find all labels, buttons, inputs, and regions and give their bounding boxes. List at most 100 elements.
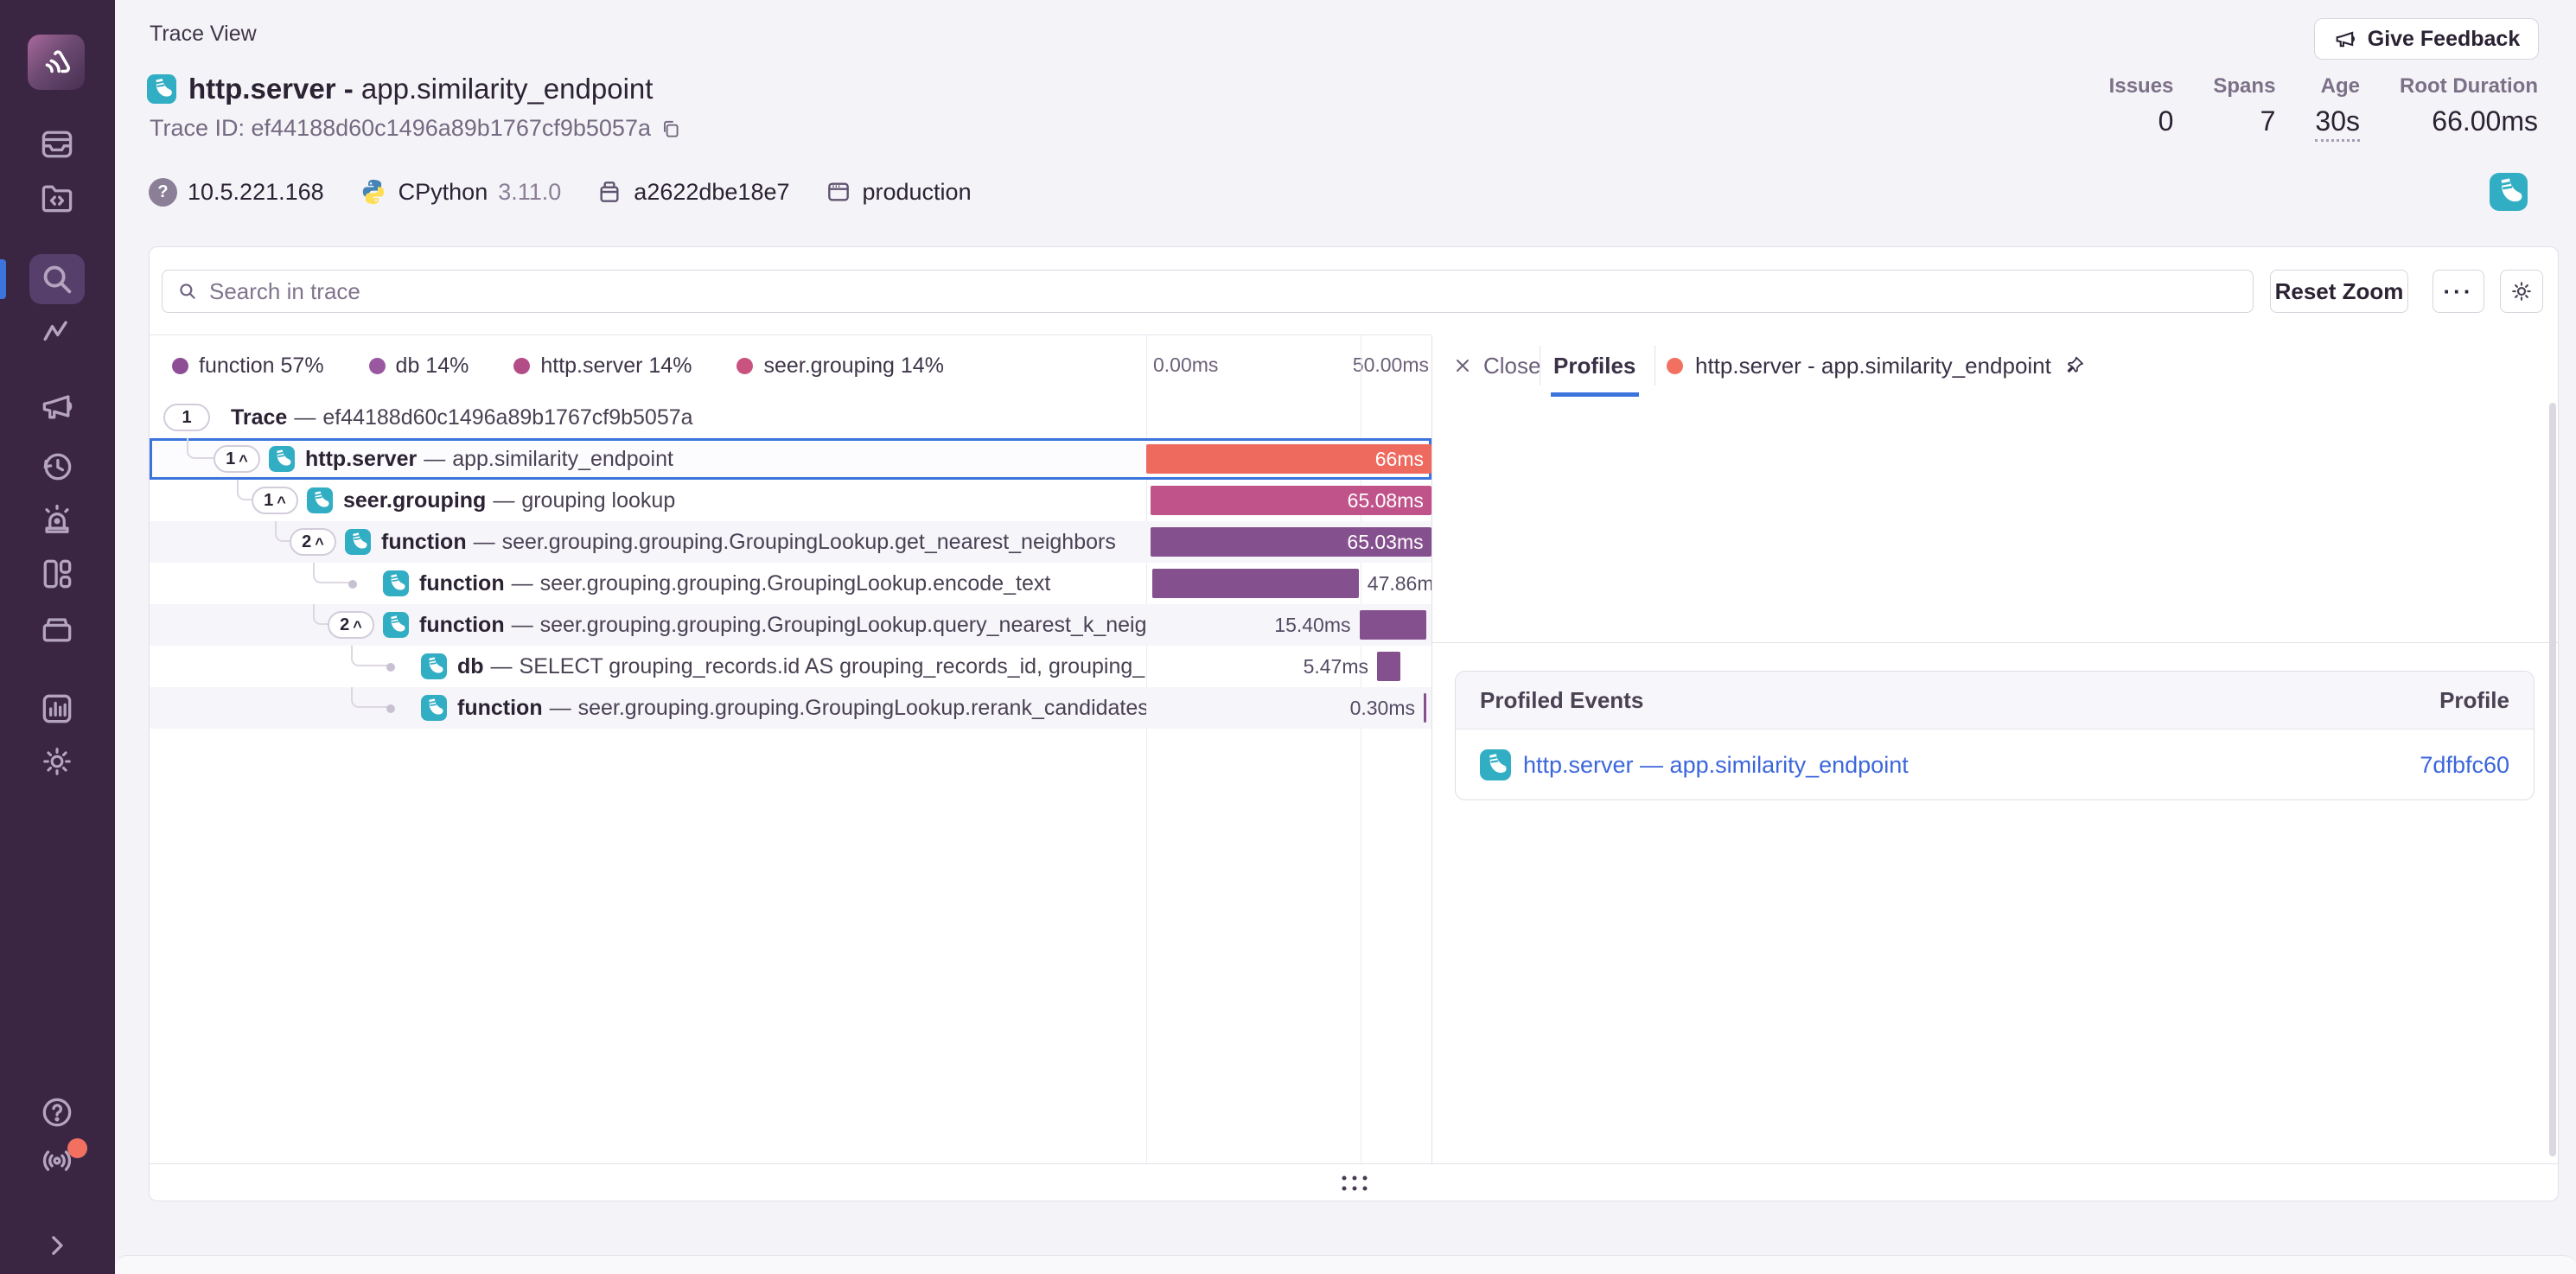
explore-icon[interactable] — [38, 179, 76, 217]
span-title: function—seer.grouping.grouping.Grouping… — [419, 604, 1146, 646]
span-duration-bar[interactable] — [1360, 610, 1426, 640]
meta-ip[interactable]: ? 10.5.221.168 — [149, 178, 324, 207]
profiled-event-row[interactable]: http.server — app.similarity_endpoint 7d… — [1456, 729, 2534, 800]
duration-label: 65.03ms — [1347, 531, 1431, 554]
gear-icon — [2509, 278, 2535, 304]
tree-connector — [187, 438, 214, 459]
trace-tree-row[interactable]: 1 Trace—ef44188d60c1496a89b1767cf9b5057a — [150, 397, 1431, 438]
give-feedback-label: Give Feedback — [2368, 27, 2520, 52]
megaphone-icon — [2333, 27, 2357, 51]
leaf-connector-dot — [348, 580, 357, 589]
span-duration-bar[interactable]: 66ms — [1146, 444, 1431, 474]
trace-tree-row[interactable]: 2^ function—seer.grouping.grouping.Group… — [150, 521, 1431, 563]
tree-connector — [275, 521, 290, 542]
more-options-button[interactable]: ··· — [2433, 270, 2484, 313]
trace-settings-button[interactable] — [2500, 270, 2543, 313]
legend-seer-grouping[interactable]: seer.grouping 14% — [736, 354, 943, 379]
tab-profiles[interactable]: Profiles — [1553, 334, 1636, 397]
archive-icon[interactable] — [38, 610, 76, 648]
trace-tree-row[interactable]: 1^ seer.grouping—grouping lookup65.08ms — [150, 480, 1431, 521]
duration-label: 15.40ms — [1146, 604, 1351, 646]
meta-release[interactable]: a2622dbe18e7 — [596, 178, 789, 206]
span-title: Trace—ef44188d60c1496a89b1767cf9b5057a — [231, 397, 693, 438]
close-panel-button[interactable]: Close — [1452, 334, 1540, 397]
legend-dot — [369, 358, 386, 374]
detail-panel-tabs: Close Profiles http.server - app.similar… — [1431, 334, 2559, 397]
legend-function[interactable]: function 57% — [172, 354, 324, 379]
span-color-dot — [1667, 358, 1683, 374]
expand-children-toggle[interactable]: 1^ — [252, 487, 298, 514]
active-nav-indicator — [0, 259, 6, 299]
panel-resize-bar[interactable] — [150, 1163, 2559, 1201]
stat-age: Age30s — [2315, 74, 2360, 142]
trace-tree-row[interactable]: function—seer.grouping.grouping.Grouping… — [150, 687, 1431, 729]
span-duration-bar[interactable]: 65.08ms — [1151, 486, 1431, 515]
sentry-logo[interactable] — [28, 35, 85, 90]
span-duration-bar[interactable] — [1424, 693, 1426, 723]
span-title: function—seer.grouping.grouping.Grouping… — [419, 563, 1050, 604]
event-name: app.similarity_endpoint — [361, 73, 654, 105]
pin-icon[interactable] — [2063, 354, 2086, 377]
sidebar — [0, 0, 115, 1274]
user-feedback-icon[interactable] — [38, 387, 76, 425]
span-duration-bar[interactable] — [1377, 652, 1400, 681]
traces-icon[interactable] — [38, 315, 76, 353]
releases-icon[interactable] — [38, 448, 76, 486]
expand-children-toggle[interactable]: 2^ — [328, 611, 374, 639]
duration-label: 0.30ms — [1146, 687, 1415, 729]
tab-pinned-span[interactable]: http.server - app.similarity_endpoint — [1667, 334, 2086, 397]
trace-tree-row[interactable]: 2^ function—seer.grouping.grouping.Group… — [150, 604, 1431, 646]
legend-db[interactable]: db 14% — [369, 354, 469, 379]
meta-environment[interactable]: production — [825, 178, 972, 206]
trace-search[interactable] — [162, 270, 2254, 313]
tree-connector — [237, 480, 252, 500]
profile-column-header: Profile — [2439, 687, 2509, 714]
event-title: http.server - app.similarity_endpoint — [147, 73, 653, 105]
expand-children-toggle[interactable]: 2^ — [290, 528, 336, 556]
trace-tree-row[interactable]: 1^ http.server—app.similarity_endpoint66… — [150, 438, 1431, 480]
stat-root-duration: Root Duration66.00ms — [2400, 74, 2538, 142]
expand-children-toggle[interactable]: 1 — [163, 404, 210, 431]
event-type-icon — [2490, 173, 2528, 211]
issues-icon[interactable] — [38, 125, 76, 163]
tree-connector — [313, 563, 352, 583]
duration-label: 65.08ms — [1348, 489, 1431, 513]
tree-connector — [351, 646, 390, 666]
event-type-icon — [1480, 749, 1511, 780]
copy-icon[interactable] — [660, 118, 682, 140]
search-icon[interactable] — [37, 259, 77, 299]
profile-id-link[interactable]: 7dfbfc60 — [2420, 752, 2509, 779]
span-duration-bar[interactable] — [1152, 569, 1359, 598]
event-type-icon — [383, 570, 409, 596]
span-title: function—seer.grouping.grouping.Grouping… — [457, 687, 1146, 729]
event-op: http.server - — [188, 73, 354, 105]
event-type-icon-slot — [147, 74, 176, 104]
give-feedback-button[interactable]: Give Feedback — [2314, 18, 2539, 60]
expand-children-toggle[interactable]: 1^ — [214, 445, 260, 473]
search-in-trace-input[interactable] — [209, 278, 2239, 305]
event-type-icon — [147, 74, 176, 104]
settings-icon[interactable] — [38, 742, 76, 780]
event-type-icon — [345, 529, 371, 555]
duration-label: 66ms — [1375, 448, 1431, 471]
bottom-drawer[interactable] — [115, 1255, 2576, 1274]
legend-http-server[interactable]: http.server 14% — [513, 354, 692, 379]
profiled-event-link[interactable]: http.server — app.similarity_endpoint — [1480, 749, 1909, 780]
drag-handle-icon[interactable] — [1342, 1176, 1368, 1191]
scrollbar[interactable] — [2549, 403, 2556, 1156]
active-tab-indicator — [1551, 392, 1639, 397]
legend-dot — [736, 358, 753, 374]
stats-icon[interactable] — [38, 690, 76, 728]
close-icon — [1452, 355, 1473, 376]
trace-tree-row[interactable]: db—SELECT grouping_records.id AS groupin… — [150, 646, 1431, 687]
unknown-browser-icon: ? — [149, 178, 177, 207]
dashboards-icon[interactable] — [38, 555, 76, 593]
panel-divider[interactable] — [1431, 335, 1432, 1163]
collapse-sidebar-icon[interactable] — [40, 1228, 74, 1263]
alerts-icon[interactable] — [38, 501, 76, 539]
span-duration-bar[interactable]: 65.03ms — [1151, 527, 1431, 557]
trace-tree-row[interactable]: function—seer.grouping.grouping.Grouping… — [150, 563, 1431, 604]
meta-runtime[interactable]: CPython 3.11.0 — [359, 177, 562, 207]
reset-zoom-button[interactable]: Reset Zoom — [2270, 270, 2408, 313]
help-icon[interactable] — [38, 1093, 76, 1131]
